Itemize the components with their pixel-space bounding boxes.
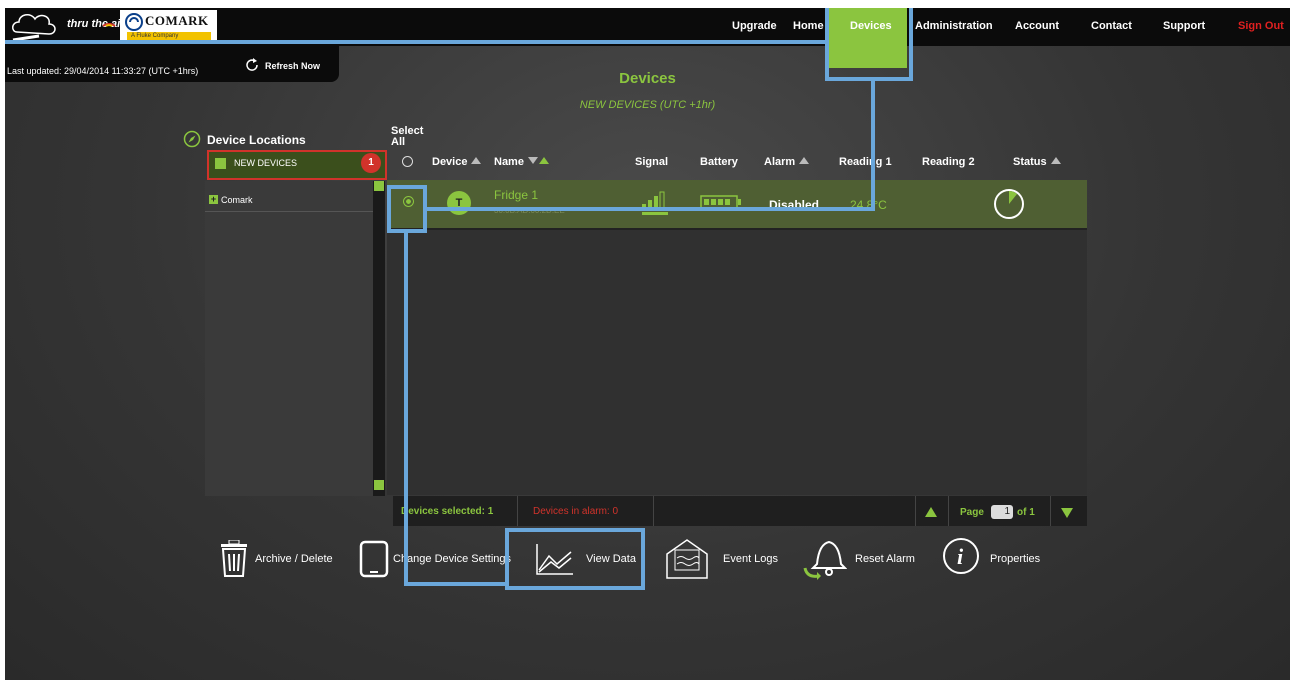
highlight-view-data: [505, 528, 645, 590]
select-all-label: Select All: [391, 125, 424, 148]
tree-item-comark[interactable]: Comark: [221, 195, 253, 205]
action-label: Change Device Settings: [393, 553, 512, 565]
page-label: Page: [960, 507, 984, 518]
brand-name: COMARK: [145, 13, 209, 28]
nav-administration[interactable]: Administration: [915, 20, 993, 32]
callout-line: [425, 207, 875, 211]
compass-icon: [183, 130, 201, 148]
col-reading-2: Reading 2: [922, 156, 975, 168]
highlight-row-select: [387, 185, 427, 233]
action-label: Properties: [990, 553, 1041, 565]
svg-text:i: i: [957, 544, 964, 569]
col-signal: Signal: [635, 156, 669, 168]
devices-in-alarm: Devices in alarm: 0: [533, 506, 619, 517]
footer-divider: [653, 496, 654, 526]
device-name[interactable]: Fridge 1: [494, 188, 538, 202]
col-reading-1: Reading 1: [839, 156, 892, 168]
col-battery: Battery: [700, 156, 738, 168]
page-of: of 1: [1017, 507, 1035, 518]
nav-home[interactable]: Home: [793, 20, 824, 32]
page-next-icon[interactable]: [1061, 508, 1073, 518]
trash-icon: [221, 540, 247, 577]
tree-divider: [205, 211, 373, 212]
action-label: Reset Alarm: [855, 553, 915, 565]
app-window: thru the air COMARK A Fluke Company Upgr…: [5, 8, 1290, 680]
scroll-down-icon[interactable]: [374, 480, 384, 490]
tablet-icon: [359, 540, 389, 578]
action-label: Archive / Delete: [255, 553, 333, 565]
nav-sign-out[interactable]: Sign Out: [1238, 20, 1284, 32]
scroll-up-icon[interactable]: [374, 181, 384, 191]
page-input[interactable]: 1: [991, 505, 1013, 519]
callout-line: [404, 233, 408, 586]
archive-delete-button[interactable]: Archive / Delete: [219, 538, 339, 582]
col-status[interactable]: Status: [1013, 156, 1061, 168]
envelope-logs-icon: [666, 539, 708, 579]
alarm-count-badge: 1: [361, 153, 381, 173]
signal-strength-icon: [642, 191, 668, 215]
highlight-devices-tab: [825, 8, 913, 81]
expand-plus-icon[interactable]: +: [209, 195, 218, 204]
col-device[interactable]: Device: [432, 156, 482, 168]
action-label: Event Logs: [723, 553, 779, 565]
nav-support[interactable]: Support: [1163, 20, 1205, 32]
info-icon: i: [943, 538, 979, 574]
nav-contact[interactable]: Contact: [1091, 20, 1132, 32]
select-all-radio[interactable]: [402, 156, 413, 167]
folder-square-icon: [215, 158, 226, 169]
status-timer-icon[interactable]: [993, 188, 1025, 220]
callout-line: [404, 582, 505, 586]
location-tree: [205, 181, 373, 496]
page-prev-icon[interactable]: [925, 507, 937, 517]
change-device-settings-button[interactable]: Change Device Settings: [359, 538, 514, 582]
device-type-icon: T: [447, 191, 471, 215]
devices-selected: Devices selected: 1: [401, 506, 494, 517]
footer-divider: [948, 496, 949, 526]
page-title: Devices: [619, 70, 676, 87]
footer-divider: [517, 496, 518, 526]
col-name[interactable]: Name: [494, 156, 549, 168]
brand-emblem-icon: [125, 13, 143, 31]
callout-line: [871, 81, 875, 211]
event-logs-button[interactable]: Event Logs: [665, 536, 785, 582]
properties-button[interactable]: i Properties: [941, 536, 1061, 582]
cloud-logo-icon: [12, 14, 56, 42]
wifi-icon: [102, 23, 116, 27]
page-subtitle: NEW DEVICES (UTC +1hr): [579, 99, 716, 111]
device-locations-header: Device Locations: [183, 130, 306, 148]
footer-divider: [915, 496, 916, 526]
location-scrollbar[interactable]: [373, 181, 385, 496]
location-group-label: NEW DEVICES: [234, 158, 298, 168]
callout-line: [5, 40, 827, 44]
nav-account[interactable]: Account: [1015, 20, 1059, 32]
footer-divider: [1050, 496, 1051, 526]
bell-reset-icon: [803, 540, 847, 580]
nav-upgrade[interactable]: Upgrade: [732, 20, 777, 32]
col-alarm[interactable]: Alarm: [764, 156, 810, 168]
reset-alarm-button[interactable]: Reset Alarm: [803, 534, 923, 582]
device-locations-label: Device Locations: [207, 133, 306, 147]
